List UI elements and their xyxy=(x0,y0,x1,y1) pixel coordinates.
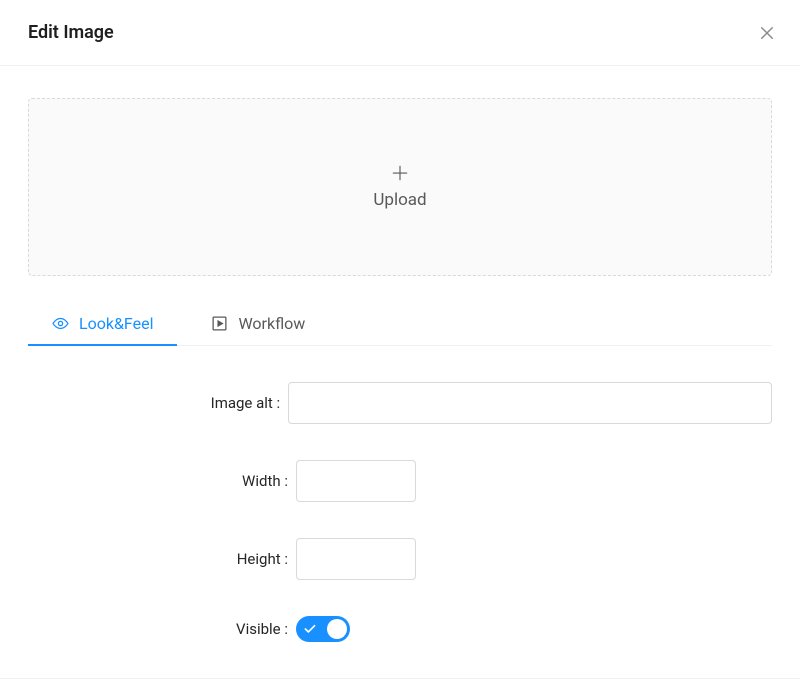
image-alt-input[interactable] xyxy=(288,382,772,424)
play-box-icon xyxy=(211,315,228,332)
image-alt-label: Image alt xyxy=(28,394,288,412)
field-height: Height xyxy=(28,538,772,580)
modal-title: Edit Image xyxy=(28,22,114,43)
form: Image alt Width Height Visible xyxy=(28,382,772,642)
eye-icon xyxy=(52,315,69,332)
modal-header: Edit Image xyxy=(0,0,800,66)
visible-label: Visible xyxy=(28,620,296,638)
toggle-knob xyxy=(327,619,347,639)
height-input[interactable] xyxy=(296,538,416,580)
tab-lookfeel-label: Look&Feel xyxy=(79,314,153,333)
close-icon[interactable] xyxy=(758,24,776,42)
tab-workflow-label: Workflow xyxy=(238,314,305,333)
width-input[interactable] xyxy=(296,460,416,502)
check-icon xyxy=(304,624,316,634)
field-width: Width xyxy=(28,460,772,502)
upload-dropzone[interactable]: Upload xyxy=(28,98,772,276)
field-image-alt: Image alt xyxy=(28,382,772,424)
field-visible: Visible xyxy=(28,616,772,642)
visible-toggle[interactable] xyxy=(296,616,350,642)
tabs: Look&Feel Workflow xyxy=(28,302,772,346)
plus-icon xyxy=(391,164,409,182)
tab-lookfeel[interactable]: Look&Feel xyxy=(52,302,153,345)
modal-content: Upload Look&Feel Workflow Image al xyxy=(0,98,800,642)
height-label: Height xyxy=(28,550,296,568)
width-label: Width xyxy=(28,472,296,490)
upload-label: Upload xyxy=(373,190,426,210)
tab-workflow[interactable]: Workflow xyxy=(211,302,305,345)
